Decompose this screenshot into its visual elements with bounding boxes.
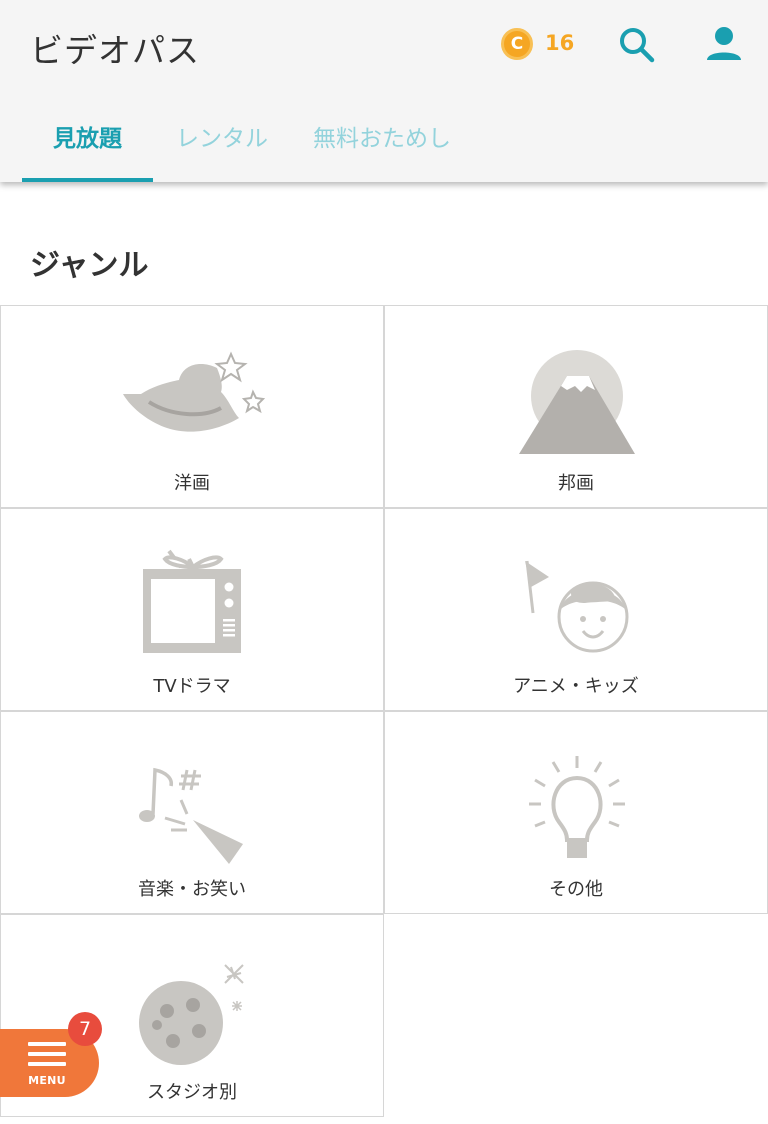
genre-label: 邦画 xyxy=(558,473,594,494)
section-title: ジャンル xyxy=(30,248,149,283)
app-title: ビデオパス xyxy=(30,31,200,70)
tv-icon xyxy=(143,549,241,653)
child-flag-icon xyxy=(525,560,629,653)
coin-count[interactable]: 16 xyxy=(545,31,574,55)
genre-tile-music-comedy[interactable]: 音楽・お笑い xyxy=(0,711,384,914)
genre-label: 洋画 xyxy=(174,473,210,494)
genre-tile-tv-drama[interactable]: TVドラマ xyxy=(0,508,384,711)
genre-label: 音楽・お笑い xyxy=(138,879,246,900)
genre-tile-anime-kids[interactable]: アニメ・キッズ xyxy=(384,508,768,711)
genre-tile-japanese[interactable]: 邦画 xyxy=(384,305,768,508)
tab-rental[interactable]: レンタル xyxy=(160,108,284,182)
coin-symbol: C xyxy=(510,34,524,54)
app-header: ビデオパス C 16 見放題 レンタル 無料おためし xyxy=(0,0,768,182)
tab-unlimited[interactable]: 見放題 xyxy=(22,108,153,182)
tab-free-trial[interactable]: 無料おためし xyxy=(296,108,468,182)
search-button[interactable] xyxy=(616,24,660,68)
search-icon xyxy=(620,28,655,63)
hamburger-icon xyxy=(28,1042,66,1068)
genre-tile-other[interactable]: その他 xyxy=(384,711,768,914)
film-reel-icon xyxy=(139,964,244,1065)
menu-label: MENU xyxy=(28,1074,66,1087)
active-tab-indicator xyxy=(22,178,153,182)
notification-badge: 7 xyxy=(68,1012,102,1046)
genre-tile-western[interactable]: 洋画 xyxy=(0,305,384,508)
tab-bar: 見放題 レンタル 無料おためし xyxy=(0,108,768,182)
user-icon xyxy=(707,27,741,60)
coin-icon[interactable]: C xyxy=(501,28,533,60)
account-button[interactable] xyxy=(702,22,746,66)
music-megaphone-icon xyxy=(139,767,243,864)
genre-label: アニメ・キッズ xyxy=(513,676,639,697)
genre-label: その他 xyxy=(549,879,603,900)
mount-fuji-icon xyxy=(519,350,635,454)
genre-label: TVドラマ xyxy=(153,676,231,697)
hat-stars-icon xyxy=(123,351,266,432)
lightbulb-icon xyxy=(529,756,625,858)
